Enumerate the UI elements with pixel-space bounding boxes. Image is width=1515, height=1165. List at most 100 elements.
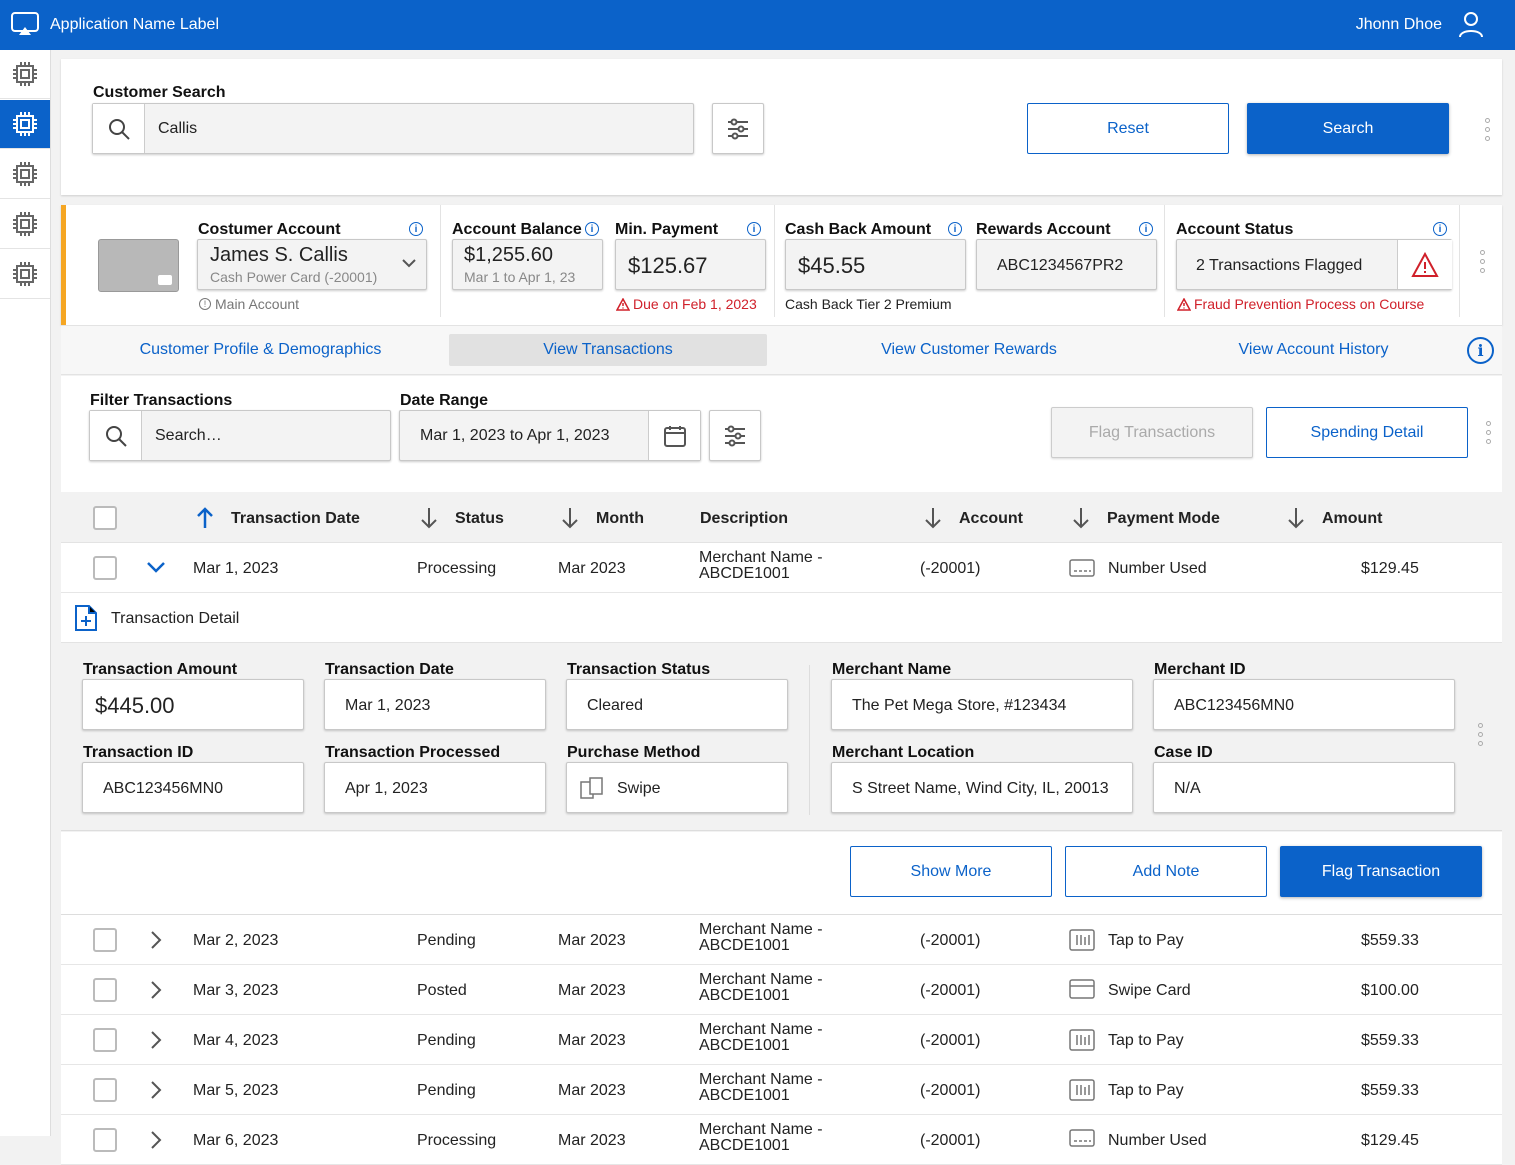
balance-label: Account Balance	[452, 221, 582, 238]
row-checkbox[interactable]	[93, 928, 117, 952]
customer-name: James S. Callis	[210, 244, 348, 266]
arrow-down-icon[interactable]	[560, 506, 580, 530]
arrow-down-icon[interactable]	[923, 506, 943, 530]
col-description[interactable]: Description	[700, 510, 788, 528]
info-icon[interactable]: i	[1139, 222, 1153, 236]
filter-settings-button[interactable]	[709, 410, 761, 461]
row-desc-line1: Merchant Name -	[699, 921, 823, 938]
transaction-detail-header: Transaction Detail	[61, 593, 1502, 643]
col-status[interactable]: Status	[455, 510, 504, 528]
row-checkbox[interactable]	[93, 1028, 117, 1052]
info-icon[interactable]: i	[585, 222, 599, 236]
account-status-field: 2 Transactions Flagged	[1176, 239, 1452, 290]
arrow-down-icon[interactable]	[419, 506, 439, 530]
cashback-tier: Cash Back Tier 2 Premium	[785, 296, 952, 312]
customer-account-select[interactable]: James S. Callis Cash Power Card (-20001)	[197, 239, 427, 290]
info-icon[interactable]: i	[948, 222, 962, 236]
calendar-icon[interactable]	[648, 411, 700, 460]
chevron-right-icon[interactable]	[149, 1030, 163, 1050]
row-checkbox[interactable]	[93, 1078, 117, 1102]
sidebar-item-2[interactable]	[0, 100, 50, 149]
row-checkbox[interactable]	[93, 978, 117, 1002]
rewards-value: ABC1234567PR2	[997, 257, 1124, 274]
row-account: (-20001)	[920, 1032, 981, 1049]
row-account: (-20001)	[920, 1132, 981, 1149]
show-more-button[interactable]: Show More	[850, 846, 1052, 897]
chevron-right-icon[interactable]	[149, 980, 163, 1000]
tab-view-transactions[interactable]: View Transactions	[449, 334, 767, 366]
table-row[interactable]: Mar 4, 2023 Pending Mar 2023 Merchant Name …	[61, 1015, 1502, 1065]
more-options-icon[interactable]	[1484, 118, 1490, 141]
flag-transactions-button[interactable]: Flag Transactions	[1051, 407, 1253, 458]
col-transaction-date[interactable]: Transaction Date	[231, 510, 360, 528]
arrow-down-icon[interactable]	[1071, 506, 1091, 530]
table-row[interactable]: Mar 3, 2023 Posted Mar 2023 Merchant Name -…	[61, 965, 1502, 1015]
tab-customer-rewards[interactable]: View Customer Rewards	[773, 326, 1165, 374]
transaction-detail-body: Transaction Amount $445.00 Transaction D…	[61, 643, 1502, 831]
card-image	[98, 239, 179, 292]
arrow-down-icon[interactable]	[1286, 506, 1306, 530]
more-options-icon[interactable]	[1477, 723, 1483, 746]
detail-status-label: Transaction Status	[567, 661, 711, 678]
chevron-right-icon[interactable]	[149, 1130, 163, 1150]
row-desc-line2: ABCDE1001	[699, 1137, 790, 1154]
row-amount: $129.45	[1361, 560, 1419, 577]
detail-merchant-label: Merchant Name	[832, 661, 952, 678]
table-row[interactable]: Mar 6, 2023 Processing Mar 2023 Merchant Na…	[61, 1115, 1502, 1165]
search-filter-button[interactable]	[712, 103, 764, 154]
col-payment-mode[interactable]: Payment Mode	[1107, 510, 1220, 528]
date-range-input[interactable]: Mar 1, 2023 to Apr 1, 2023	[399, 410, 701, 461]
table-row[interactable]: Mar 5, 2023 Pending Mar 2023 Merchant Name …	[61, 1065, 1502, 1115]
row-month: Mar 2023	[558, 1132, 626, 1149]
customer-search-input[interactable]: Callis	[92, 103, 694, 154]
col-month[interactable]: Month	[596, 510, 644, 528]
tab-account-history[interactable]: View Account History	[1165, 326, 1462, 374]
filter-input[interactable]: Search…	[89, 410, 391, 461]
sidebar-item-4[interactable]	[0, 200, 50, 249]
filter-label: Filter Transactions	[90, 392, 233, 409]
account-status-value: 2 Transactions Flagged	[1196, 257, 1363, 274]
sidebar-item-1[interactable]	[0, 50, 50, 99]
arrow-up-icon[interactable]	[195, 506, 215, 530]
info-icon[interactable]: i	[409, 222, 423, 236]
sidebar-item-3[interactable]	[0, 150, 50, 199]
detail-processed-label: Transaction Processed	[325, 744, 501, 761]
divider	[1459, 205, 1460, 317]
chevron-right-icon[interactable]	[149, 930, 163, 950]
row-account: (-20001)	[920, 932, 981, 949]
rewards-label: Rewards Account	[976, 221, 1111, 238]
row-checkbox[interactable]	[93, 556, 117, 580]
detail-location-value: S Street Name, Wind City, IL, 20013	[852, 780, 1109, 797]
table-header: Transaction Date Status Month Descriptio…	[61, 493, 1502, 543]
info-icon[interactable]: i	[747, 222, 761, 236]
cashback-value: $45.55	[798, 253, 866, 278]
flag-transaction-button[interactable]: Flag Transaction	[1280, 846, 1482, 897]
alert-icon[interactable]	[1397, 240, 1452, 289]
select-all-checkbox[interactable]	[93, 506, 117, 530]
table-row[interactable]: Mar 1, 2023 Processing Mar 2023 Merchant…	[61, 543, 1502, 593]
user-name[interactable]: Jhonn Dhoe	[1356, 16, 1442, 34]
account-status-label: Account Status	[1176, 221, 1294, 238]
user-icon[interactable]	[1457, 10, 1485, 38]
sidebar-item-5[interactable]	[0, 250, 50, 299]
col-account[interactable]: Account	[959, 510, 1023, 528]
search-button[interactable]: Search	[1247, 103, 1449, 154]
chevron-down-icon[interactable]	[146, 560, 166, 574]
tab-customer-profile[interactable]: Customer Profile & Demographics	[78, 326, 443, 374]
info-icon[interactable]: i	[1433, 222, 1447, 236]
row-date: Mar 5, 2023	[193, 1082, 279, 1099]
row-desc-line2: ABCDE1001	[699, 987, 790, 1004]
col-amount[interactable]: Amount	[1322, 510, 1382, 528]
sliders-icon	[728, 118, 748, 139]
more-options-icon[interactable]	[1485, 421, 1491, 444]
spending-detail-button[interactable]: Spending Detail	[1266, 407, 1468, 458]
row-desc-line2: ABCDE1001	[699, 565, 790, 582]
info-icon[interactable]: i	[1467, 337, 1494, 364]
chevron-right-icon[interactable]	[149, 1080, 163, 1100]
row-status: Pending	[417, 932, 476, 949]
add-note-button[interactable]: Add Note	[1065, 846, 1267, 897]
row-checkbox[interactable]	[93, 1128, 117, 1152]
more-options-icon[interactable]	[1479, 250, 1485, 273]
reset-button[interactable]: Reset	[1027, 103, 1229, 154]
table-row[interactable]: Mar 2, 2023 Pending Mar 2023 Merchant Name …	[61, 915, 1502, 965]
